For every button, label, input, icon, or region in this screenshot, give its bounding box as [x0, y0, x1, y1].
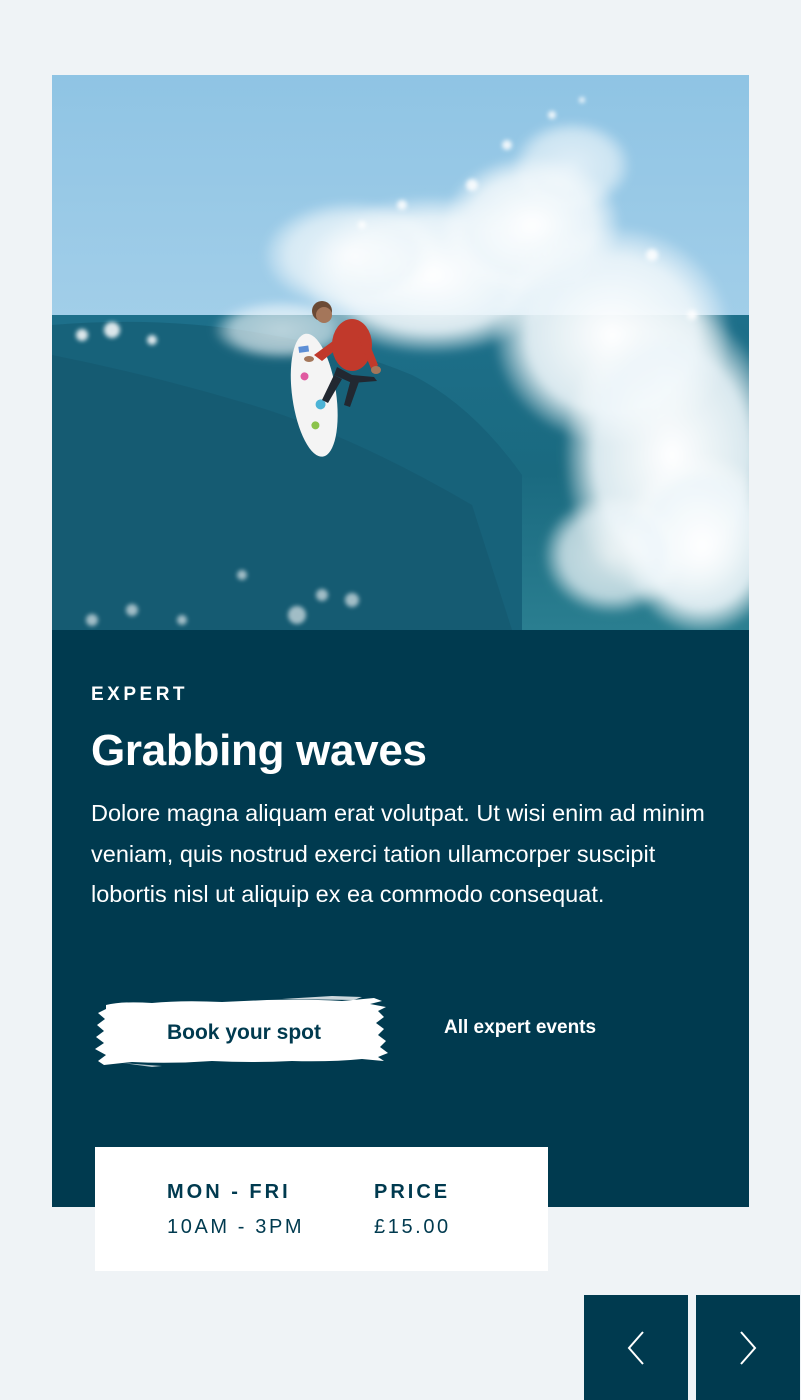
next-button[interactable] — [696, 1295, 800, 1400]
event-content: EXPERT Grabbing waves Dolore magna aliqu… — [91, 685, 711, 915]
book-your-spot-button[interactable]: Book your spot — [92, 995, 396, 1069]
book-button-label: Book your spot — [166, 1021, 321, 1044]
price-label: PRICE — [374, 1181, 451, 1203]
days-label: MON - FRI — [167, 1181, 291, 1203]
hours-value: 10AM - 3PM — [167, 1216, 305, 1238]
event-description: Dolore magna aliquam erat volutpat. Ut w… — [91, 800, 705, 907]
schedule-price-column: PRICE £15.00 — [374, 1182, 451, 1237]
surfer-hero-image — [52, 75, 749, 630]
chevron-right-icon — [740, 1330, 757, 1365]
all-expert-events-link[interactable]: All expert events — [444, 1017, 596, 1039]
price-value: £15.00 — [374, 1216, 451, 1238]
schedule-days-column: MON - FRI 10AM - 3PM — [167, 1182, 304, 1237]
event-title: Grabbing waves — [91, 726, 427, 775]
level-label: EXPERT — [91, 684, 189, 705]
chevron-left-icon — [627, 1330, 644, 1365]
schedule-info-box: MON - FRI 10AM - 3PM PRICE £15.00 — [95, 1147, 548, 1271]
previous-button[interactable] — [584, 1295, 688, 1400]
